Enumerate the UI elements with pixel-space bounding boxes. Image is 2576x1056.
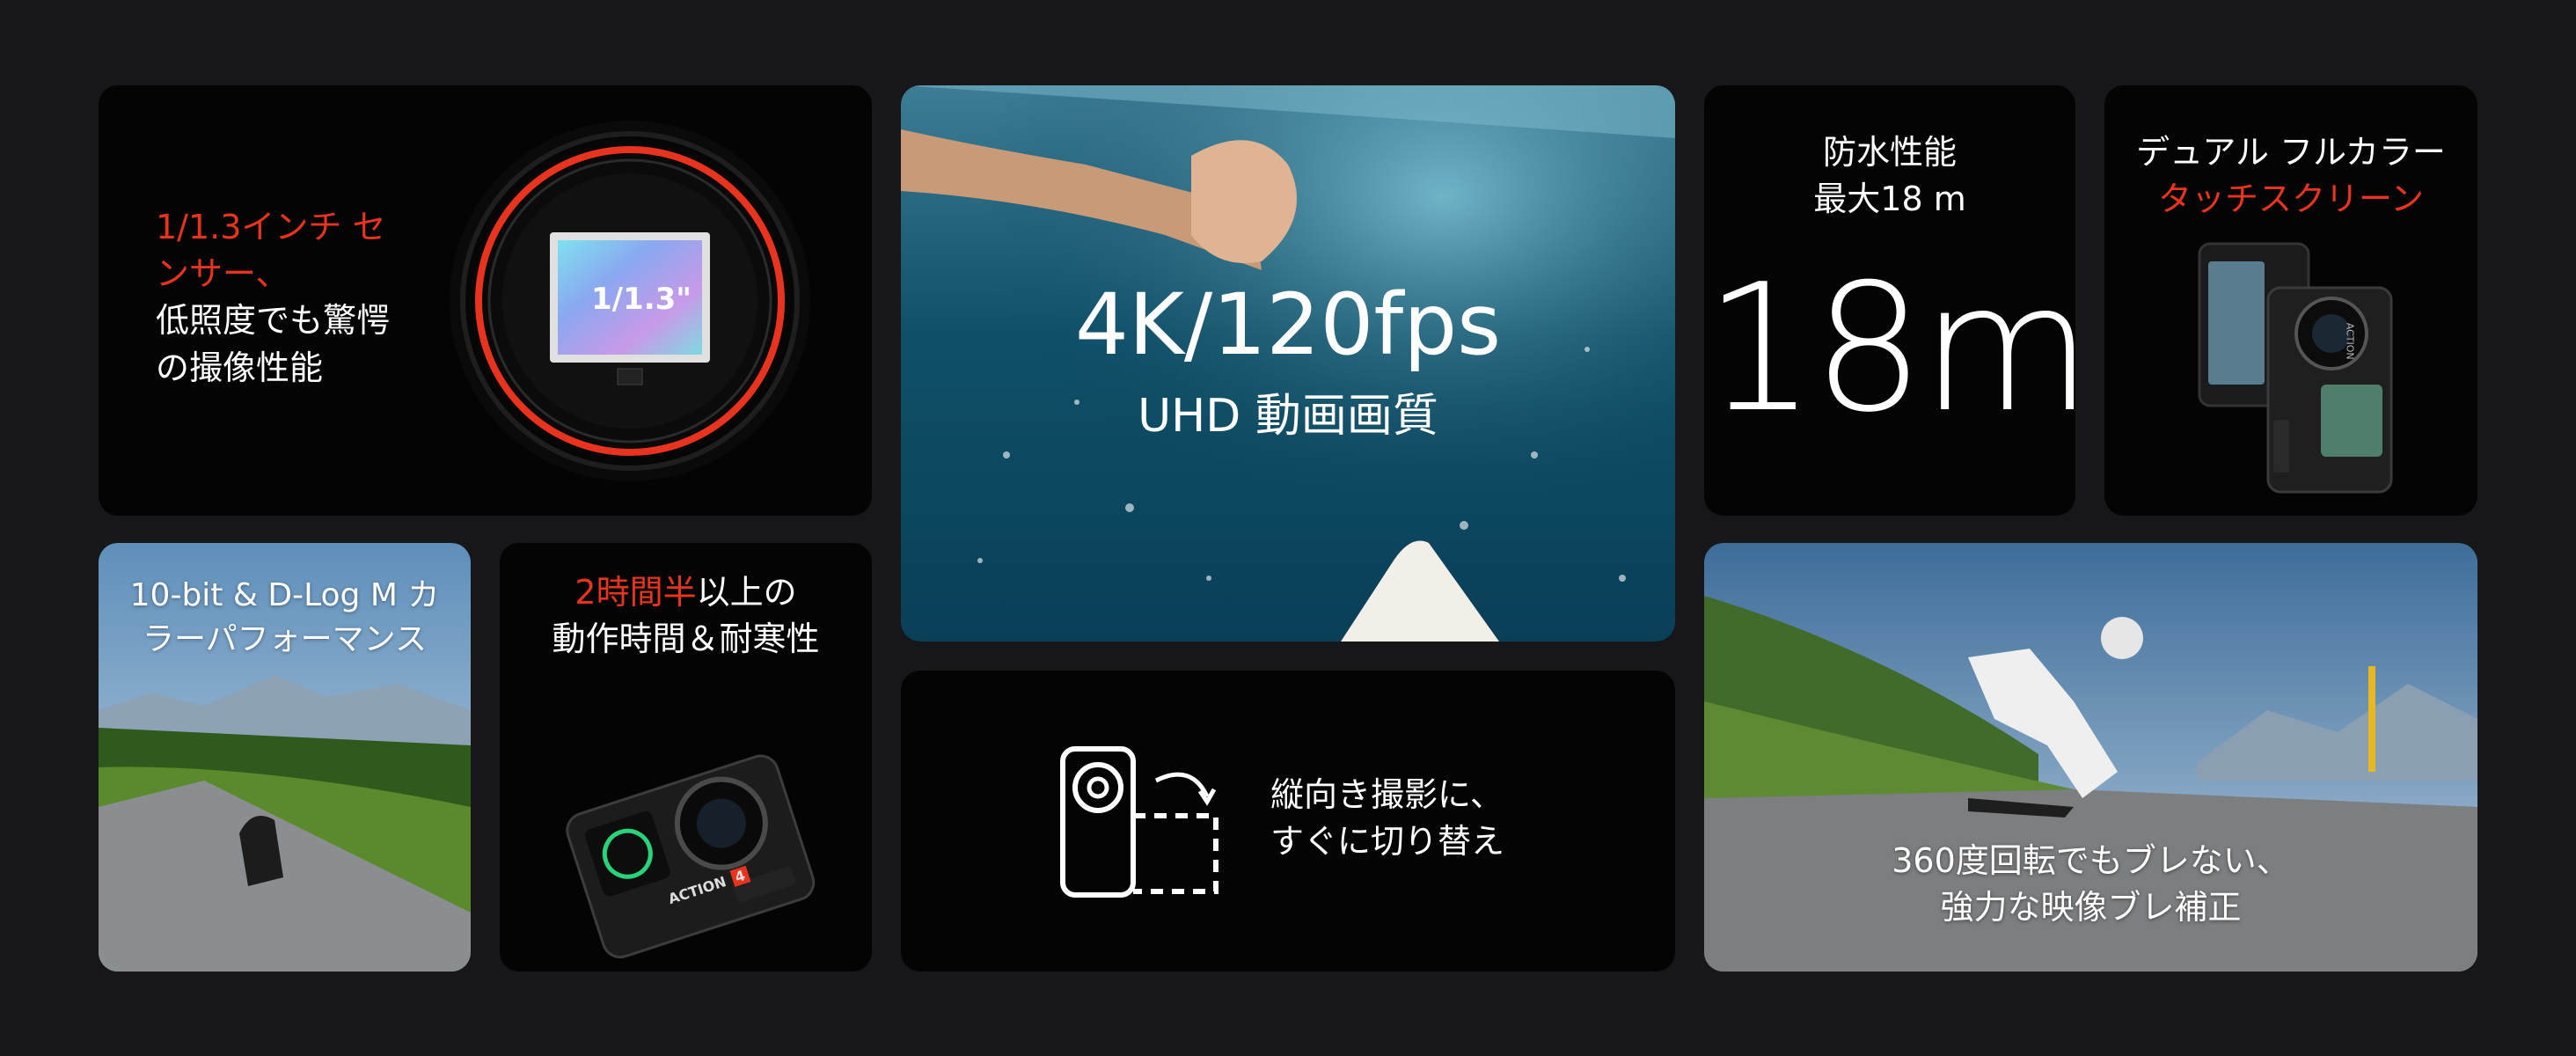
camera-front-image xyxy=(566,754,816,959)
rotate-camera-icon xyxy=(1060,746,1218,898)
waterproof-big-value: 18m xyxy=(1704,246,2075,451)
sensor-body-line1: 低照度でも驚愕 xyxy=(156,301,391,341)
vertical-shooting-card: 縦向き撮影に、 すぐに切り替え xyxy=(901,671,1675,972)
waterproof-label-line2: 最大18 m xyxy=(1813,180,1966,219)
vertical-line2: すぐに切り替え xyxy=(1270,822,1505,862)
vertical-line1: 縦向き撮影に、 xyxy=(1270,775,1504,814)
dual-screen-camera-image xyxy=(2198,242,2393,494)
sensor-card: 1/1.3インチ セ ンサー、 低照度でも驚愕 の撮像性能 1/1.3" xyxy=(99,85,872,516)
dlog-line2: ラーパフォーマンス xyxy=(143,621,427,658)
battery-card: 2時間半以上の 動作時間＆耐寒性 ACTION 4 xyxy=(500,543,872,972)
stabilization-line1: 360度回転でもブレない、 xyxy=(1892,841,2290,880)
sensor-chip-label: 1/1.3" xyxy=(591,282,692,317)
stabilization-line2: 強力な映像ブレ補正 xyxy=(1940,888,2242,928)
waterproof-card: 防水性能 最大18 m 18m xyxy=(1704,85,2075,516)
dlog-line1: 10-bit & D-Log M カ xyxy=(129,577,440,613)
dlog-card: 10-bit & D-Log M カ ラーパフォーマンス xyxy=(99,543,471,972)
sensor-body-line2: の撮像性能 xyxy=(156,348,324,387)
video-quality-card: 4K/120fps UHD 動画画質 xyxy=(901,85,1675,642)
sensor-headline-line1: 1/1.3インチ セ xyxy=(156,208,386,246)
screen-camera-brand: ACTION xyxy=(2344,322,2356,360)
sensor-headline-line2: ンサー、 xyxy=(156,254,289,294)
stabilization-card: 360度回転でもブレない、 強力な映像ブレ補正 xyxy=(1704,543,2477,972)
video-headline: 4K/120fps xyxy=(1074,275,1502,374)
waterproof-label-line1: 防水性能 xyxy=(1822,133,1957,172)
dual-screen-card: デュアル フルカラー タッチスクリーン xyxy=(2104,85,2477,516)
video-subtitle: UHD 動画画質 xyxy=(1138,390,1438,443)
